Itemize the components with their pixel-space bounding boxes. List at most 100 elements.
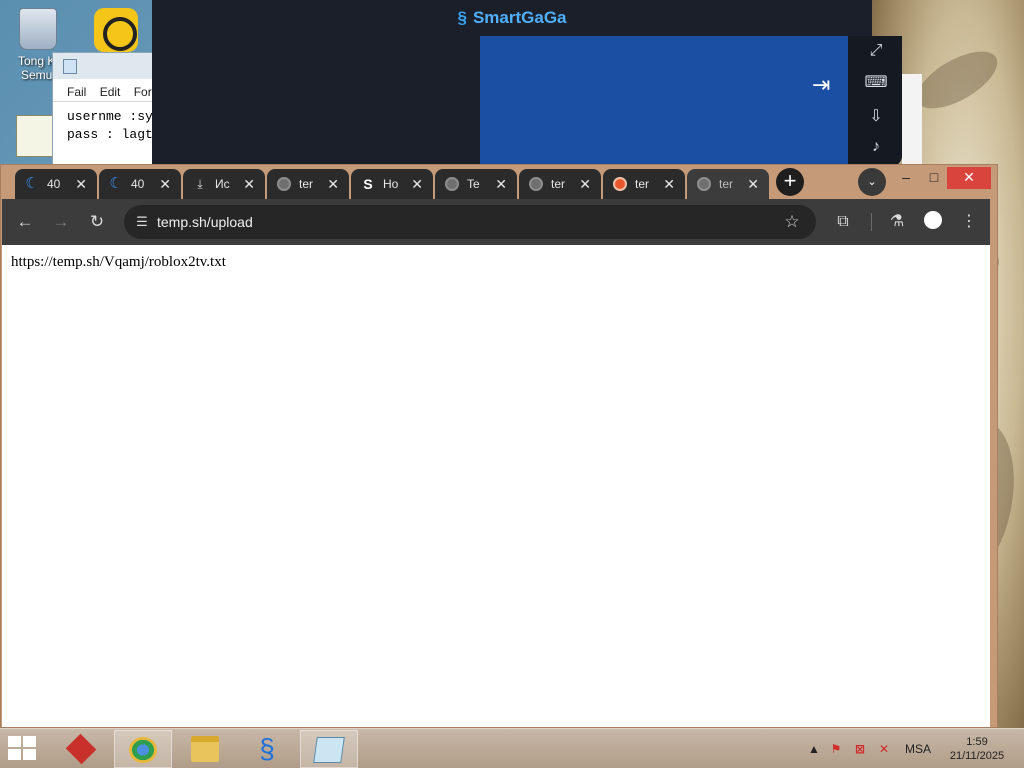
back-arrow-icon[interactable]: ←	[14, 211, 36, 233]
notepad-icon	[63, 59, 77, 74]
maximize-button[interactable]: □	[923, 167, 945, 189]
tab-close-icon[interactable]: ✕	[579, 176, 591, 193]
app-logo-icon	[65, 733, 97, 765]
tab-close-icon[interactable]: ✕	[747, 176, 759, 193]
browser-tab[interactable]: ter ✕	[603, 169, 685, 199]
emulator-screen[interactable]: ⇥	[480, 36, 848, 166]
browser-tab[interactable]: Te ✕	[435, 169, 517, 199]
chrome-icon	[129, 737, 157, 763]
notepad-window[interactable]: Fail Edit For usernme :sy pass : lagt	[52, 52, 162, 172]
download-favicon-icon: ⤓	[197, 177, 203, 191]
input-language-indicator[interactable]: MSA	[905, 742, 931, 756]
taskbar-chrome[interactable]	[114, 730, 172, 768]
globe-favicon-icon	[277, 177, 291, 191]
chrome-window[interactable]: ☾ 40 ✕ ☾ 40 ✕ ⤓ Ис ✕ ter ✕ S Ho ✕ Te ✕ t…	[0, 164, 998, 728]
site-settings-icon[interactable]: ☰	[132, 212, 152, 232]
taskbar-app-red[interactable]	[52, 730, 110, 768]
browser-tab-active[interactable]: ter ✕	[687, 169, 769, 199]
moon-favicon-icon: ☾	[25, 175, 39, 192]
extensions-puzzle-icon[interactable]: ⧉	[832, 211, 854, 233]
show-hidden-icons-icon[interactable]: ▲	[806, 741, 822, 757]
reload-icon[interactable]: ↻	[86, 211, 108, 233]
notepad-icon	[313, 737, 345, 763]
tab-search-button[interactable]: ⌄	[858, 168, 886, 196]
volume-muted-icon[interactable]: ✕	[876, 741, 892, 757]
tab-label: Ho	[383, 177, 399, 191]
address-bar[interactable]: ☰ temp.sh/upload ☆	[124, 205, 816, 239]
emulator-sidebar: ⤢ ⌨ ⇩ ♪	[848, 36, 902, 166]
tab-strip: ☾ 40 ✕ ☾ 40 ✕ ⤓ Ис ✕ ter ✕ S Ho ✕ Te ✕ t…	[1, 165, 997, 199]
tab-close-icon[interactable]: ✕	[243, 176, 255, 193]
notepad-titlebar[interactable]	[53, 53, 161, 79]
document-icon	[16, 115, 54, 157]
tab-close-icon[interactable]: ✕	[159, 176, 171, 193]
globe-favicon-icon	[697, 177, 711, 191]
tab-label: ter	[719, 177, 734, 191]
notepad-text-area[interactable]: usernme :sy pass : lagt	[53, 101, 161, 144]
tab-close-icon[interactable]: ✕	[75, 176, 87, 193]
network-disconnected-icon[interactable]: ⊠	[852, 741, 868, 757]
fullscreen-icon[interactable]: ⤢	[864, 40, 888, 62]
browser-toolbar: ← → ↻ ☰ temp.sh/upload ☆ ⧉ ⚗ ⋮	[2, 199, 990, 245]
tab-label: 40	[131, 177, 145, 191]
tab-close-icon[interactable]: ✕	[495, 176, 507, 193]
volume-icon[interactable]: ♪	[864, 136, 888, 158]
tab-label: ter	[635, 177, 650, 191]
exit-door-icon[interactable]: ⇥	[812, 72, 830, 98]
close-window-button[interactable]: ✕	[947, 167, 991, 189]
taskbar-notepad[interactable]	[300, 730, 358, 768]
tab-label: Te	[467, 177, 480, 191]
clock-time: 1:59	[966, 736, 988, 748]
minimize-button[interactable]: –	[895, 167, 917, 189]
bookmark-star-icon[interactable]: ☆	[782, 212, 802, 232]
browser-tab[interactable]: S Ho ✕	[351, 169, 433, 199]
globe-favicon-icon	[529, 177, 543, 191]
url-text[interactable]: temp.sh/upload	[157, 214, 253, 230]
trash-icon	[19, 8, 57, 50]
clock-date: 21/11/2025	[949, 750, 1005, 762]
taskbar: § ▲ ⚑ ⊠ ✕ MSA 1:59 21/11/2025	[0, 728, 1024, 768]
kebab-menu-icon[interactable]: ⋮	[958, 211, 980, 233]
tab-close-icon[interactable]: ✕	[411, 176, 423, 193]
menu-edit[interactable]: Edit	[100, 85, 121, 99]
labs-flask-icon[interactable]: ⚗	[886, 211, 908, 233]
taskbar-file-explorer[interactable]	[176, 730, 234, 768]
smartgaga-window[interactable]: § SmartGaGa ⇥ ⤢ ⌨ ⇩ ♪	[152, 0, 902, 166]
new-tab-button[interactable]: +	[776, 168, 804, 196]
swan-icon: §	[259, 733, 275, 764]
orange-favicon-icon	[613, 177, 627, 191]
browser-tab[interactable]: ☾ 40 ✕	[99, 169, 181, 199]
swan-logo-icon: §	[457, 8, 467, 27]
tab-close-icon[interactable]: ✕	[663, 176, 675, 193]
browser-tab[interactable]: ter ✕	[519, 169, 601, 199]
tab-close-icon[interactable]: ✕	[327, 176, 339, 193]
notepad-line: pass : lagt	[67, 127, 153, 142]
keyboard-icon[interactable]: ⌨	[864, 72, 888, 94]
profile-avatar-icon[interactable]	[922, 211, 944, 233]
windows-start-icon[interactable]	[8, 736, 38, 762]
toolbar-divider	[871, 213, 872, 231]
browser-tab[interactable]: ☾ 40 ✕	[15, 169, 97, 199]
upload-result-url[interactable]: https://temp.sh/Vqamj/roblox2tv.txt	[11, 254, 226, 271]
browser-tab[interactable]: ⤓ Ис ✕	[183, 169, 265, 199]
clock[interactable]: 1:59 21/11/2025	[946, 735, 1008, 763]
install-apk-icon[interactable]: ⇩	[864, 106, 888, 128]
tab-label: Ис	[215, 177, 230, 191]
forward-arrow-icon[interactable]: →	[50, 211, 72, 233]
s-favicon-icon: S	[363, 176, 373, 192]
browser-tab[interactable]: ter ✕	[267, 169, 349, 199]
folder-icon	[191, 736, 219, 762]
emulator-title: SmartGaGa	[472, 8, 567, 27]
moon-favicon-icon: ☾	[109, 175, 123, 192]
page-content: https://temp.sh/Vqamj/roblox2tv.txt	[2, 245, 990, 727]
taskbar-smartgaga[interactable]: §	[238, 730, 296, 768]
emulator-titlebar: § SmartGaGa	[152, 0, 872, 36]
notepad-line: usernme :sy	[67, 109, 153, 124]
menu-file[interactable]: Fail	[67, 85, 86, 99]
tab-label: 40	[47, 177, 61, 191]
tab-label: ter	[551, 177, 566, 191]
menu-format[interactable]: For	[134, 85, 152, 99]
ldplayer-shortcut-icon[interactable]	[81, 8, 151, 56]
action-center-flag-icon[interactable]: ⚑	[828, 741, 844, 757]
tab-label: ter	[299, 177, 314, 191]
